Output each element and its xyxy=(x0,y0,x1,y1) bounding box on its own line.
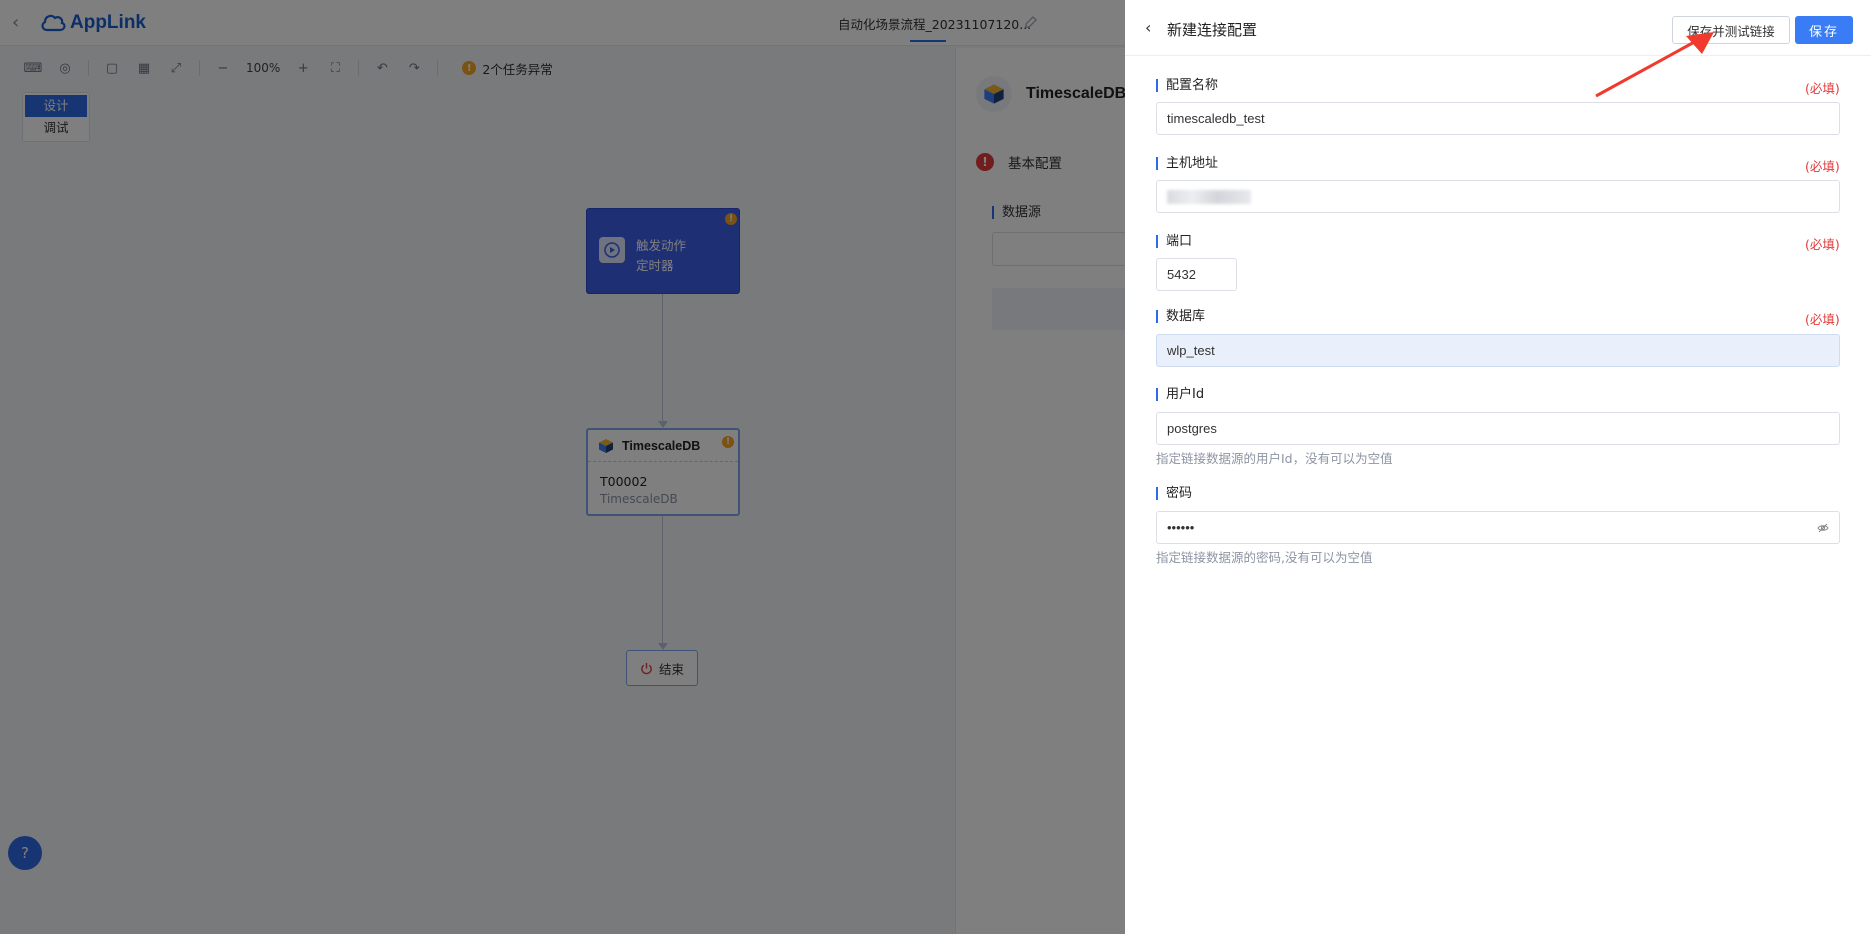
user-id-hint: 指定链接数据源的用户Id，没有可以为空值 xyxy=(1156,451,1393,466)
password-hint: 指定链接数据源的密码,没有可以为空值 xyxy=(1156,550,1373,565)
annotation-arrow-icon xyxy=(1595,32,1714,98)
host-input[interactable] xyxy=(1156,180,1840,213)
port-input[interactable]: 5432 xyxy=(1156,258,1237,291)
save-button[interactable]: 保存 xyxy=(1795,16,1853,44)
required-mark: (必填) xyxy=(1805,81,1840,96)
host-label: 主机地址 xyxy=(1156,157,1218,170)
password-input[interactable]: •••••• xyxy=(1156,511,1840,544)
user-id-label: 用户Id xyxy=(1156,388,1204,401)
chevron-left-icon[interactable]: ‹ xyxy=(1145,18,1159,38)
config-name-label: 配置名称 xyxy=(1156,79,1218,92)
drawer-header: ‹ 新建连接配置 保存并测试链接 保存 xyxy=(1125,0,1871,56)
port-label: 端口 xyxy=(1156,235,1192,248)
database-label: 数据库 xyxy=(1156,310,1205,323)
drawer-title: 新建连接配置 xyxy=(1167,21,1258,39)
redacted-host-value xyxy=(1167,190,1251,204)
eye-off-icon[interactable] xyxy=(1817,522,1829,534)
user-id-input[interactable]: postgres xyxy=(1156,412,1840,445)
required-mark: (必填) xyxy=(1805,159,1840,174)
password-value: •••••• xyxy=(1167,520,1195,535)
config-name-input[interactable]: timescaledb_test xyxy=(1156,102,1840,135)
new-connection-drawer: ‹ 新建连接配置 保存并测试链接 保存 配置名称 (必填) timescaled… xyxy=(1125,0,1871,934)
database-input[interactable]: wlp_test xyxy=(1156,334,1840,367)
required-mark: (必填) xyxy=(1805,312,1840,327)
required-mark: (必填) xyxy=(1805,237,1840,252)
password-label: 密码 xyxy=(1156,487,1192,500)
modal-overlay[interactable] xyxy=(0,0,1125,934)
